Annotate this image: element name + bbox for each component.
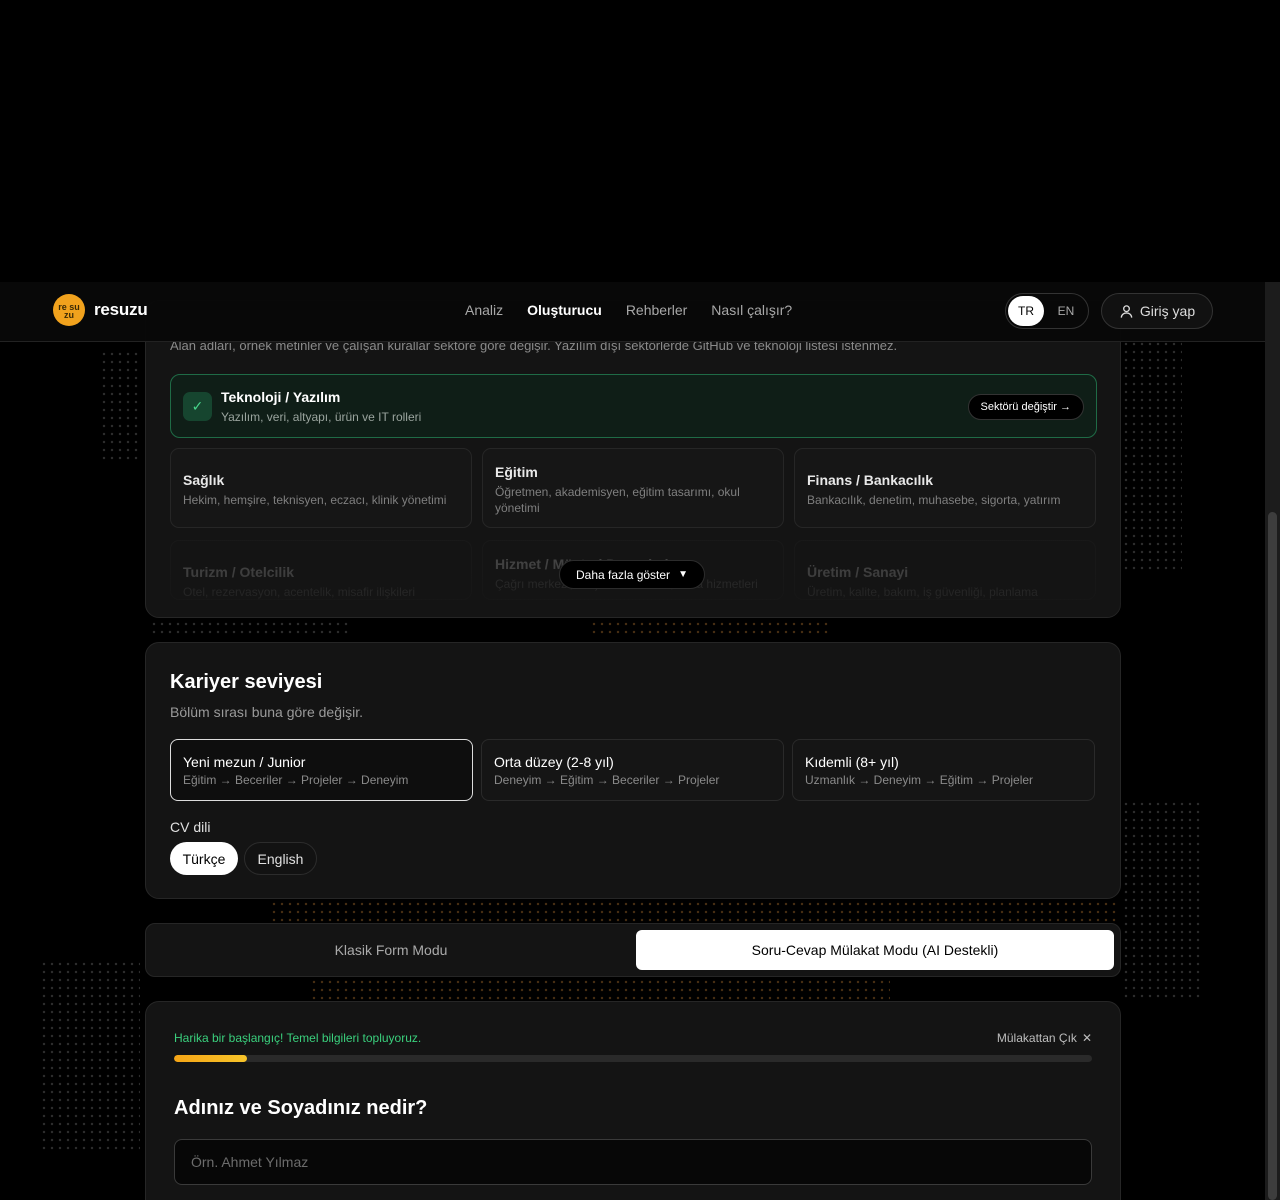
sector-card-subtitle: Üretim, kalite, bakım, iş güvenliği, pla… [807,585,1038,599]
language-toggle: TR EN [1005,293,1089,329]
sector-card-subtitle: Bankacılık, denetim, muhasebe, sigorta, … [807,493,1061,507]
level-title: Yeni mezun / Junior [183,754,306,770]
level-title: Orta düzey (2-8 yıl) [494,754,614,770]
close-icon: ✕ [1081,1031,1092,1045]
show-more-button[interactable]: Daha fazla göster ▼ [559,560,705,589]
nav-item-rehberler[interactable]: Rehberler [626,302,687,318]
nav-item-analiz[interactable]: Analiz [465,302,503,318]
sector-card-finans[interactable]: Finans / Bankacılık Bankacılık, denetim,… [794,448,1096,528]
mode-toggle: Klasik Form Modu Soru-Cevap Mülakat Modu… [145,923,1121,977]
background-dots [310,978,890,1000]
interview-mode-button[interactable]: Soru-Cevap Mülakat Modu (AI Destekli) [636,930,1114,970]
sector-card-turizm[interactable]: Turizm / Otelcilik Otel, rezervasyon, ac… [170,540,472,600]
caret-down-icon: ▼ [678,569,688,580]
logo-mark-icon: re su zu [53,294,85,326]
sector-card-saglik[interactable]: Sağlık Hekim, hemşire, teknisyen, eczacı… [170,448,472,528]
classic-form-mode-button[interactable]: Klasik Form Modu [152,930,630,970]
selected-sector-card: ✓ Teknoloji / Yazılım Yazılım, veri, alt… [170,374,1097,438]
check-icon: ✓ [183,392,212,421]
selected-sector-title: Teknoloji / Yazılım [221,389,341,405]
interview-question: Adınız ve Soyadınız nedir? [174,1097,428,1119]
level-card-mid[interactable]: Orta düzey (2-8 yıl) Deneyim → Eğitim → … [481,739,784,801]
brand-name: resuzu [94,300,148,319]
user-icon [1120,304,1133,318]
cv-language-label: CV dili [170,819,211,835]
cv-lang-english[interactable]: English [244,842,317,875]
sector-card-subtitle: Hekim, hemşire, teknisyen, eczacı, klini… [183,493,447,507]
level-order: Uzmanlık → Deneyim → Eğitim → Projeler [805,773,1034,787]
interview-status: Harika bir başlangıç! Temel bilgileri to… [174,1031,422,1045]
sector-card-egitim[interactable]: Eğitim Öğretmen, akademisyen, eğitim tas… [482,448,784,528]
interview-progress-bar [174,1055,1092,1062]
brand-logo[interactable]: re su zu resuzu [53,294,148,326]
background-dots [270,900,1120,922]
cv-lang-turkce[interactable]: Türkçe [170,842,238,875]
lang-tr-button[interactable]: TR [1008,296,1044,326]
sector-card-title: Finans / Bankacılık [807,472,934,488]
level-card-senior[interactable]: Kıdemli (8+ yıl) Uzmanlık → Deneyim → Eğ… [792,739,1095,801]
sector-card-title: Sağlık [183,472,225,488]
sector-card-title: Üretim / Sanayi [807,564,909,580]
nav-item-nasil-calisir[interactable]: Nasıl çalışır? [711,302,792,318]
exit-interview-button[interactable]: Mülakattan Çık ✕ [997,1031,1092,1045]
scrollbar-thumb[interactable] [1268,512,1277,1200]
selected-sector-subtitle: Yazılım, veri, altyapı, ürün ve IT rolle… [221,410,422,424]
progress-fill [174,1055,248,1062]
answer-input[interactable] [174,1139,1092,1185]
level-title: Kıdemli (8+ yıl) [805,754,899,770]
sector-card-uretim[interactable]: Üretim / Sanayi Üretim, kalite, bakım, i… [794,540,1096,600]
background-dots [590,620,830,636]
sector-card-title: Turizm / Otelcilik [183,564,294,580]
career-level-panel: Kariyer seviyesi Bölüm sırası buna göre … [145,642,1121,899]
background-dots [1122,800,1202,1000]
page-scrollbar[interactable] [1265,282,1280,1200]
career-subtitle: Bölüm sırası buna göre değişir. [170,704,363,720]
nav-item-olusturucu[interactable]: Oluşturucu [527,302,602,318]
background-dots [100,350,140,460]
sector-card-subtitle: Otel, rezervasyon, acentelik, misafir il… [183,585,416,599]
exit-interview-label: Mülakattan Çık [996,1031,1077,1045]
login-button[interactable]: Giriş yap [1101,293,1213,329]
interview-panel: Harika bir başlangıç! Temel bilgileri to… [145,1001,1121,1200]
top-header: re su zu resuzu Analiz Oluşturucu Rehber… [0,282,1265,342]
login-label: Giriş yap [1139,303,1196,319]
sector-panel: Alan adları, örnek metinler ve çalışan k… [145,300,1121,618]
change-sector-button[interactable]: Sektörü değiştir → [967,394,1084,420]
level-order: Eğitim → Beceriler → Projeler → Deneyim [183,773,409,787]
sector-card-subtitle: Öğretmen, akademisyen, eğitim tasarımı, … [495,485,740,515]
background-dots [150,620,350,636]
background-dots [1122,340,1182,570]
sector-card-title: Eğitim [495,464,538,480]
lang-en-button[interactable]: EN [1048,296,1084,326]
career-title: Kariyer seviyesi [170,671,323,693]
main-nav: Analiz Oluşturucu Rehberler Nasıl çalışı… [465,302,792,318]
level-card-junior[interactable]: Yeni mezun / Junior Eğitim → Beceriler →… [170,739,473,801]
show-more-label: Daha fazla göster [576,567,671,582]
level-order: Deneyim → Eğitim → Beceriler → Projeler [494,773,720,787]
background-dots [40,960,140,1150]
